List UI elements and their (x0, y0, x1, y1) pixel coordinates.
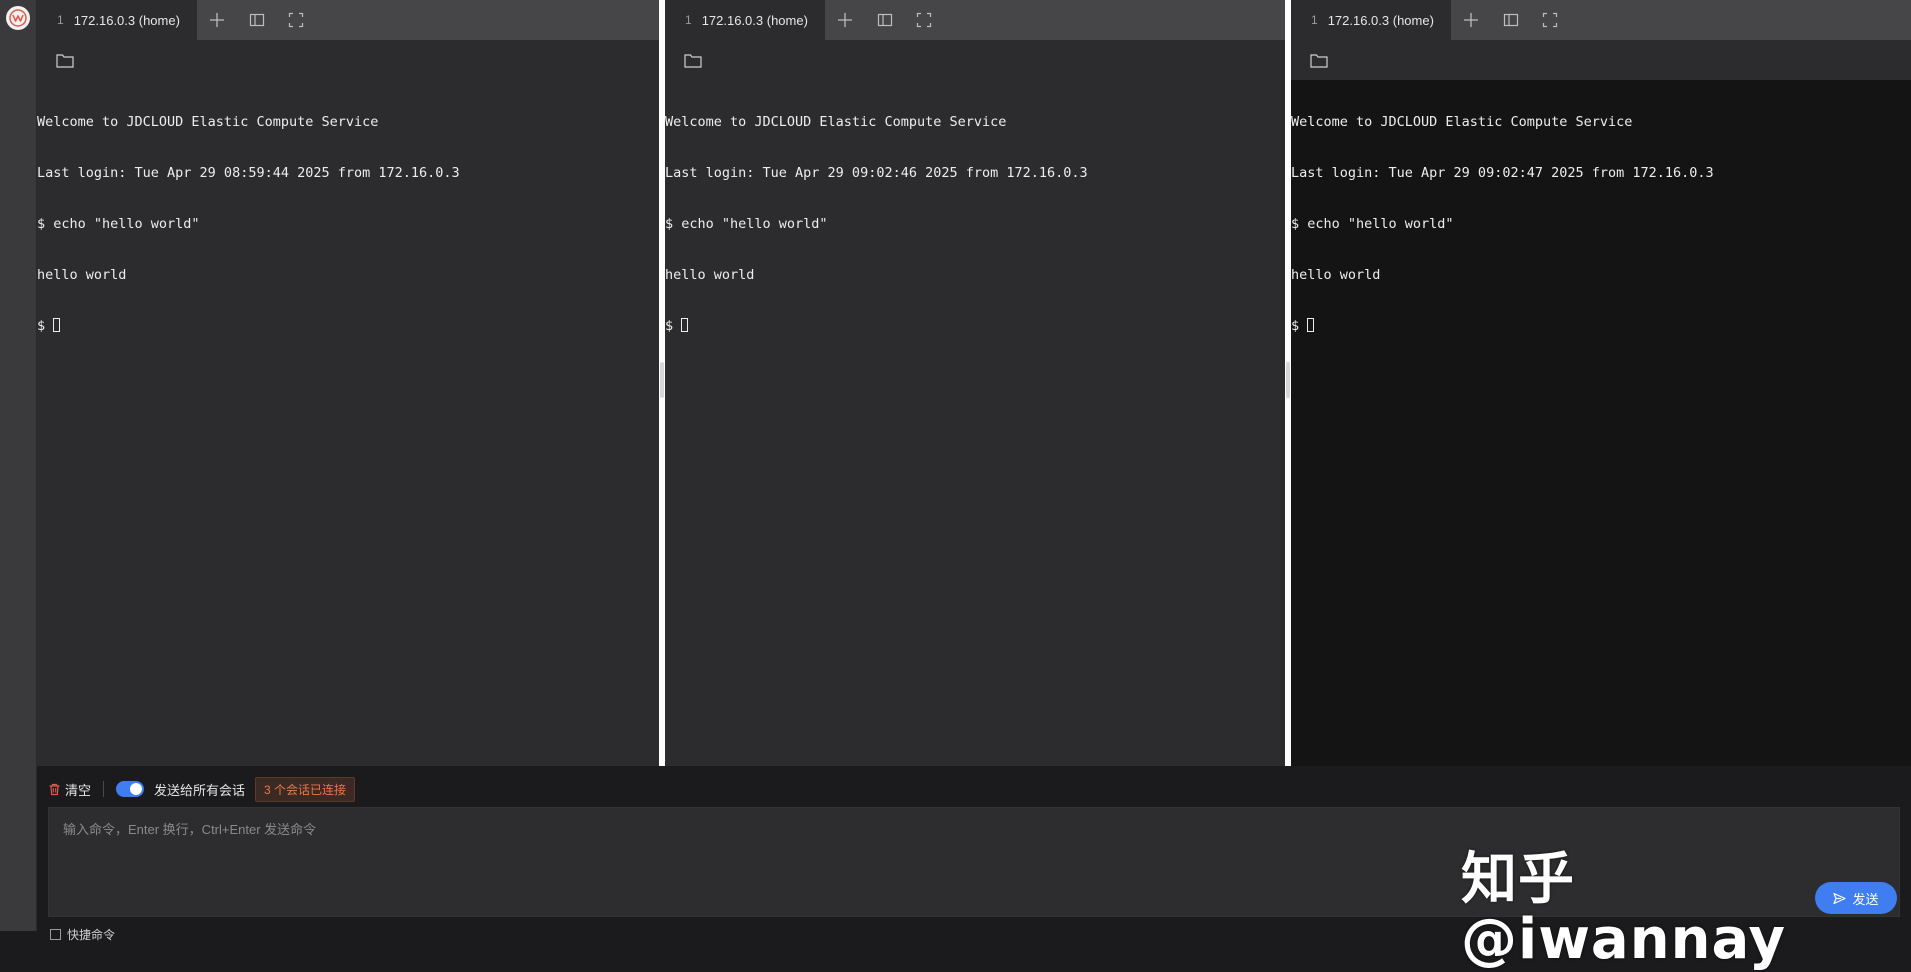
add-tab-icon[interactable] (832, 7, 858, 33)
terminal-output[interactable]: Welcome to JDCLOUD Elastic Compute Servi… (665, 80, 1285, 766)
divider (103, 781, 105, 797)
terminal-prompt: $ (665, 318, 682, 334)
fullscreen-icon[interactable] (911, 7, 937, 33)
pane-toolbar (37, 40, 659, 80)
broadcast-controls: 清空 发送给所有会话 3 个会话已连接 (48, 776, 356, 802)
terminal-output[interactable]: Welcome to JDCLOUD Elastic Compute Servi… (37, 80, 659, 766)
terminal-cursor (681, 318, 689, 332)
terminal-line: $ echo "hello world" (1291, 216, 1454, 232)
tab-title: 172.16.0.3 (home) (701, 12, 808, 28)
terminal-pane-2: 1 172.16.0.3 (home) Welcome to JDCLOUD E… (665, 0, 1285, 766)
terminal-line: hello world (1291, 267, 1381, 283)
terminal-line: Welcome to JDCLOUD Elastic Compute Servi… (1291, 114, 1633, 130)
tab-index: 1 (57, 13, 64, 27)
command-input[interactable] (61, 816, 1665, 842)
folder-icon[interactable] (54, 51, 76, 69)
send-label: 发送 (1852, 891, 1879, 907)
tab-title: 172.16.0.3 (home) (73, 12, 180, 28)
add-tab-icon[interactable] (204, 7, 230, 33)
fullscreen-icon[interactable] (283, 7, 309, 33)
clear-label: 清空 (65, 782, 92, 798)
quick-command-label: 快捷命令 (67, 928, 116, 942)
session-tab[interactable]: 1 172.16.0.3 (home) (1291, 0, 1451, 40)
terminal-line: Welcome to JDCLOUD Elastic Compute Servi… (665, 114, 1007, 130)
terminal-output[interactable]: Welcome to JDCLOUD Elastic Compute Servi… (1291, 80, 1911, 766)
command-box: 知乎 @iwannay (48, 807, 1900, 970)
terminal-prompt-line: $ (665, 318, 1285, 335)
terminal-prompt-line: $ (1291, 318, 1911, 335)
terminal-line: $ echo "hello world" (37, 216, 200, 232)
tab-index: 1 (685, 13, 692, 27)
terminal-cursor (1307, 318, 1315, 332)
app-sidebar (0, 0, 37, 931)
terminal-line: Welcome to JDCLOUD Elastic Compute Servi… (37, 114, 379, 130)
pane-toolbar (665, 40, 1285, 80)
session-tab[interactable]: 1 172.16.0.3 (home) (37, 0, 197, 40)
app-logo-icon[interactable] (6, 6, 30, 30)
broadcast-label: 发送给所有会话 (154, 782, 246, 798)
connected-sessions-badge: 3 个会话已连接 (255, 776, 356, 802)
send-button[interactable]: 发送 (1815, 882, 1897, 914)
folder-icon[interactable] (682, 51, 704, 69)
add-tab-icon[interactable] (1458, 7, 1484, 33)
terminal-cursor (53, 318, 61, 332)
tab-index: 1 (1311, 13, 1318, 27)
trash-icon (49, 783, 60, 795)
terminal-line: Last login: Tue Apr 29 09:02:46 2025 fro… (665, 165, 1088, 181)
broadcast-toggle[interactable] (116, 781, 145, 797)
pane-toolbar (1291, 40, 1911, 80)
clear-button[interactable]: 清空 (48, 780, 91, 799)
split-pane-icon[interactable] (244, 7, 270, 33)
tab-title: 172.16.0.3 (home) (1327, 12, 1434, 28)
divider-grip[interactable] (1286, 362, 1290, 398)
split-pane-icon[interactable] (1498, 7, 1524, 33)
split-pane-icon[interactable] (872, 7, 898, 33)
terminal-line: hello world (665, 267, 755, 283)
terminal-line: Last login: Tue Apr 29 09:02:47 2025 fro… (1291, 165, 1714, 181)
session-tab[interactable]: 1 172.16.0.3 (home) (665, 0, 825, 40)
send-icon (1833, 892, 1847, 904)
pane-tabbar: 1 172.16.0.3 (home) (1291, 0, 1911, 40)
terminal-line: $ echo "hello world" (665, 216, 828, 232)
terminal-prompt: $ (37, 318, 54, 334)
terminal-line: hello world (37, 267, 127, 283)
broadcast-panel: 清空 发送给所有会话 3 个会话已连接 知乎 @iwannay 发送 快捷命令 (37, 766, 1911, 970)
terminal-prompt: $ (1291, 318, 1308, 334)
terminal-pane-1: 1 172.16.0.3 (home) Welcome to JDCLOUD E… (37, 0, 659, 766)
pane-tabbar: 1 172.16.0.3 (home) (37, 0, 659, 40)
terminal-prompt-line: $ (37, 318, 659, 335)
terminal-line: Last login: Tue Apr 29 08:59:44 2025 fro… (37, 165, 460, 181)
folder-icon[interactable] (1308, 51, 1330, 69)
pane-tabbar: 1 172.16.0.3 (home) (665, 0, 1285, 40)
divider-grip[interactable] (660, 362, 664, 398)
fullscreen-icon[interactable] (1537, 7, 1563, 33)
quick-command-row: 快捷命令 (50, 926, 115, 943)
terminal-panes: 1 172.16.0.3 (home) Welcome to JDCLOUD E… (37, 0, 1911, 766)
terminal-pane-3: 1 172.16.0.3 (home) Welcome to JDCLOUD E… (1291, 0, 1911, 766)
